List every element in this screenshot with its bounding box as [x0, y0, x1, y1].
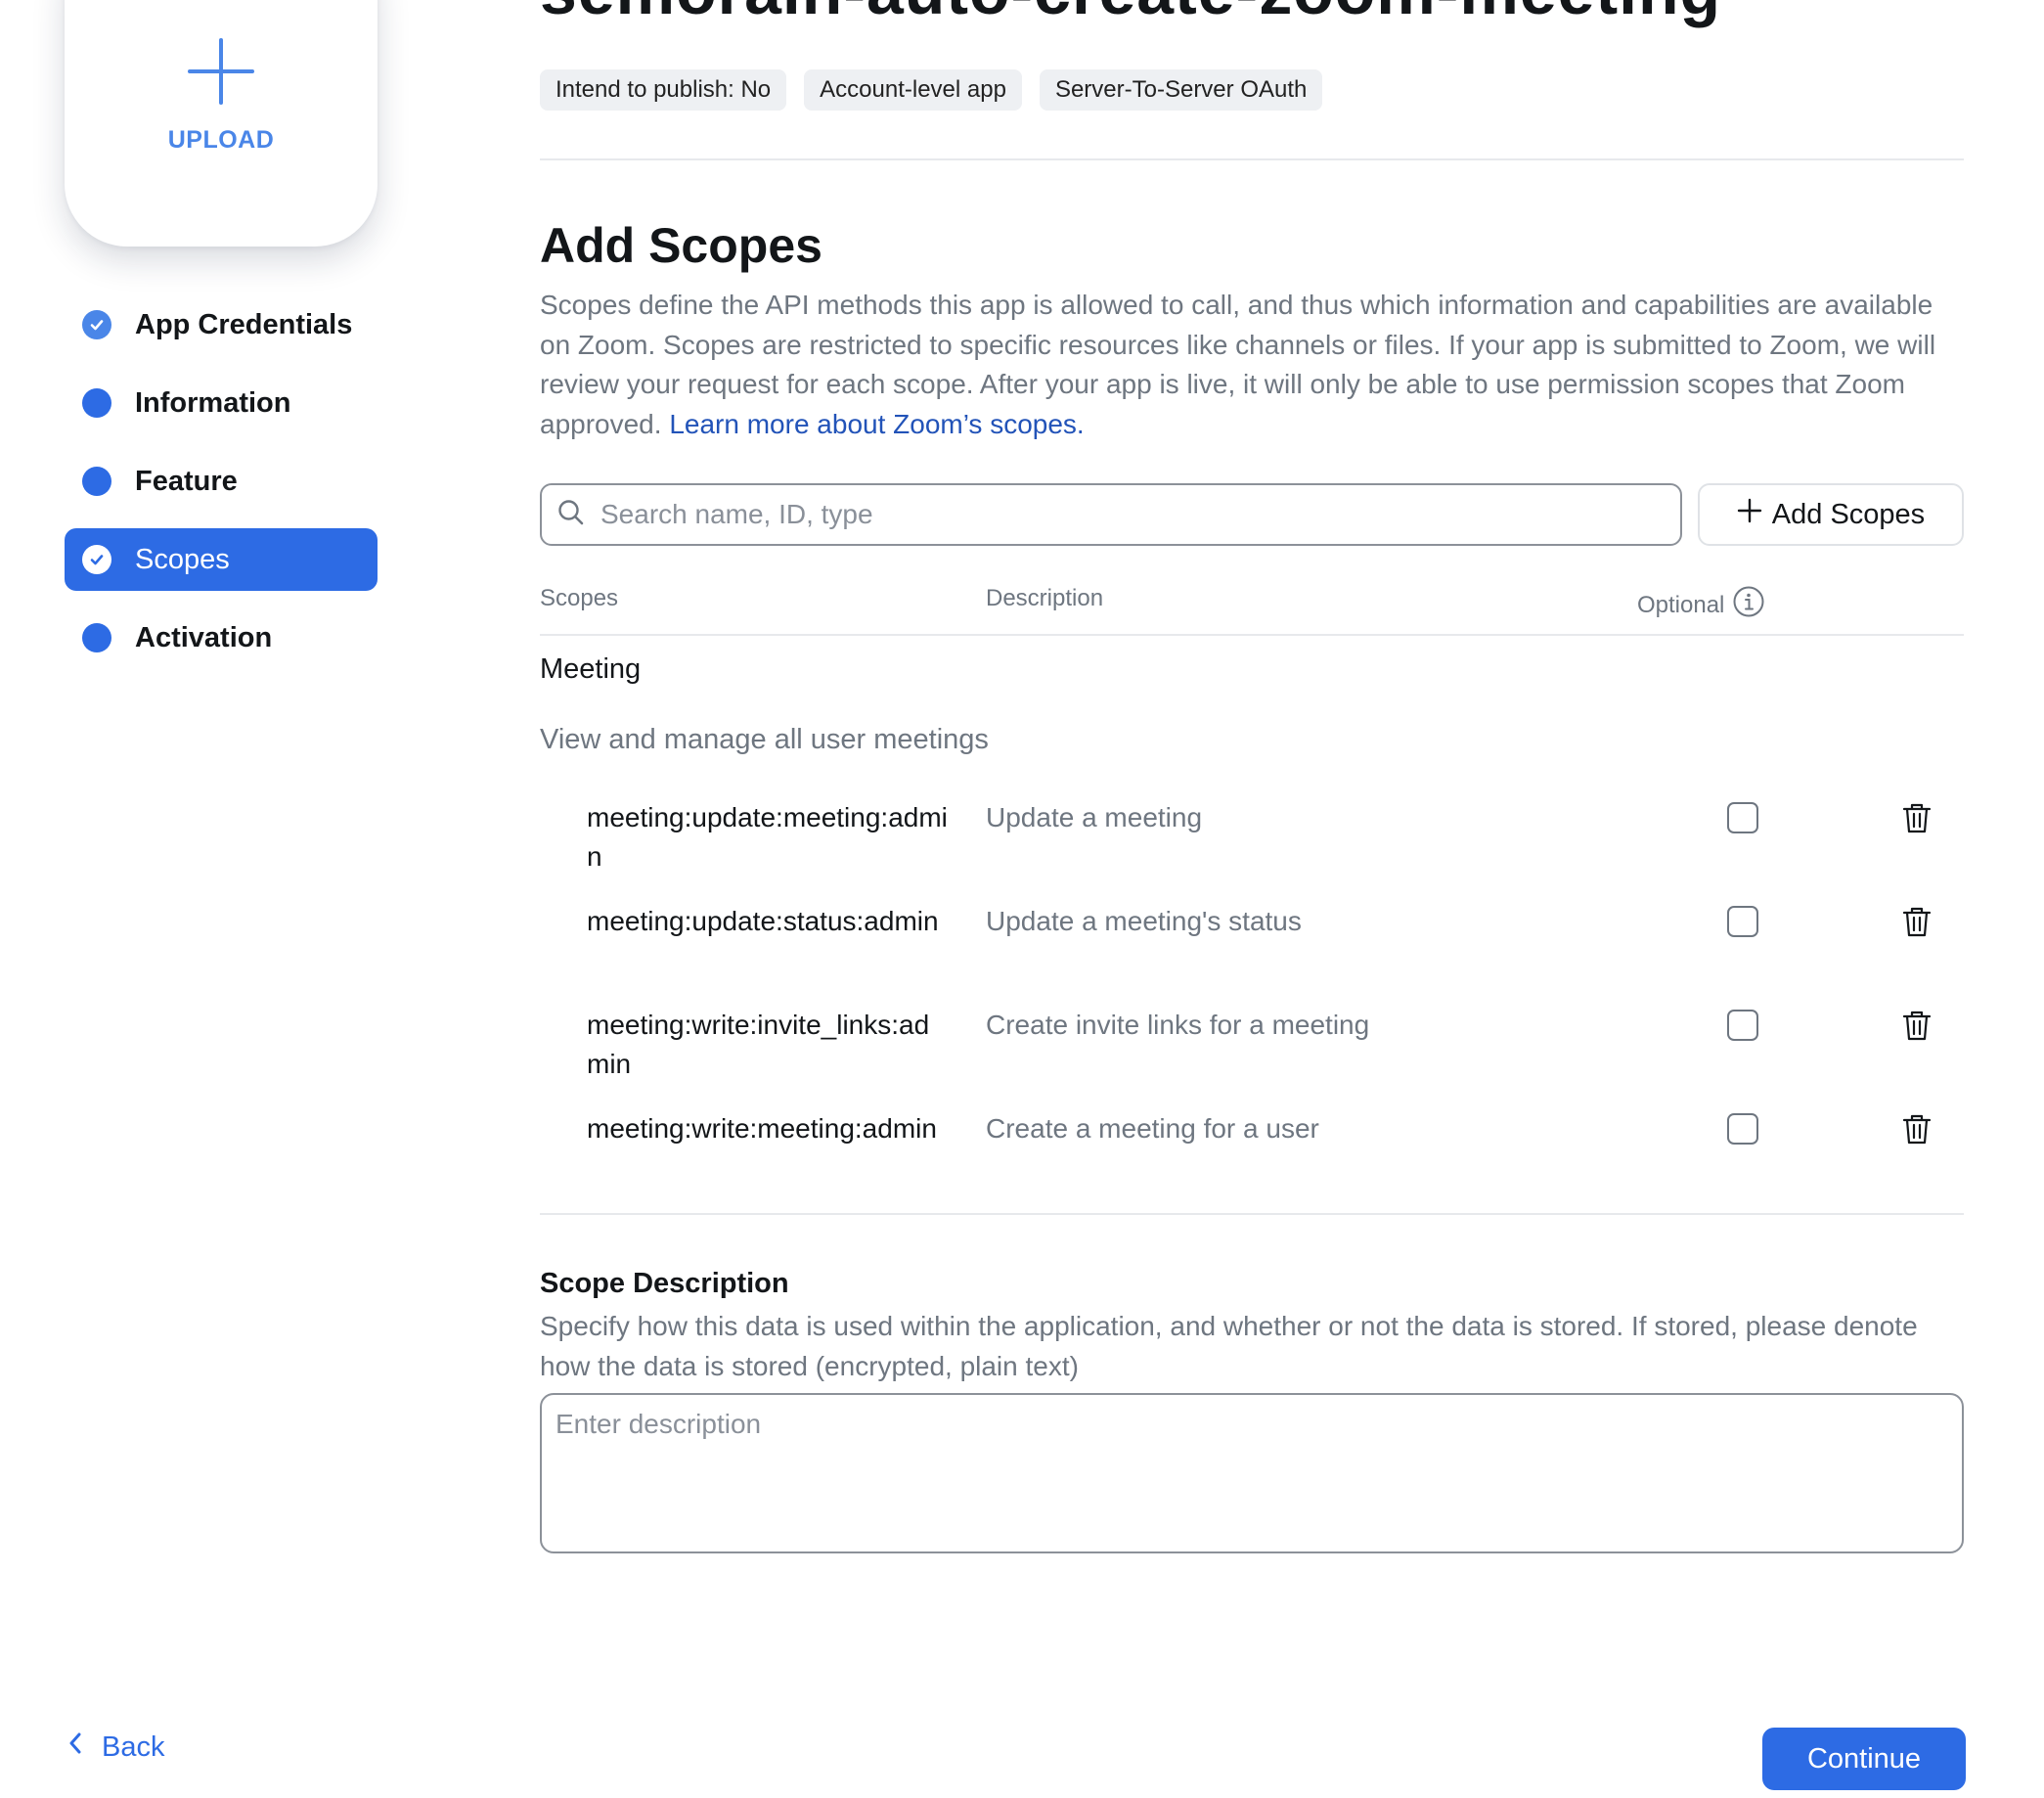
- chevron-left-icon: [65, 1730, 88, 1765]
- trash-icon[interactable]: [1899, 904, 1934, 939]
- column-header-optional: Optional: [1637, 585, 1765, 625]
- step-dot-icon: [82, 388, 111, 418]
- divider: [540, 158, 1964, 160]
- sidebar-item-feature[interactable]: Feature: [65, 450, 378, 513]
- scope-group-subtitle: View and manage all user meetings: [540, 724, 989, 755]
- optional-checkbox[interactable]: [1727, 1010, 1758, 1041]
- info-icon[interactable]: [1732, 585, 1765, 625]
- plus-icon: [188, 38, 254, 105]
- scope-name: meeting:update:status:admin: [587, 906, 939, 936]
- optional-checkbox[interactable]: [1727, 802, 1758, 833]
- section-description: Scopes define the API methods this app i…: [540, 286, 1964, 444]
- table-row: meeting:write:invite_links:admin Create …: [540, 1006, 1964, 1103]
- continue-button[interactable]: Continue: [1762, 1728, 1966, 1790]
- scope-name: meeting:write:meeting:admin: [587, 1113, 937, 1144]
- section-title: Add Scopes: [540, 218, 822, 273]
- app-page: UPLOAD App Credentials Information Featu…: [0, 0, 2044, 1798]
- column-header-scopes: Scopes: [540, 585, 619, 611]
- search-box: [540, 483, 1682, 546]
- step-dot-icon: [82, 623, 111, 652]
- sidebar-item-app-credentials[interactable]: App Credentials: [65, 293, 378, 356]
- sidebar-item-information[interactable]: Information: [65, 372, 378, 434]
- app-tags: Intend to publish: No Account-level app …: [540, 69, 1323, 111]
- trash-icon[interactable]: [1899, 800, 1934, 835]
- scope-description-help: Specify how this data is used within the…: [540, 1311, 1918, 1381]
- scope-group-title: Meeting: [540, 653, 642, 685]
- scope-description: Update a meeting: [986, 802, 1203, 832]
- check-circle-icon: [82, 545, 111, 574]
- optional-checkbox[interactable]: [1727, 906, 1758, 937]
- table-row: meeting:update:meeting:admin Update a me…: [540, 798, 1964, 896]
- add-scopes-button[interactable]: Add Scopes: [1698, 483, 1964, 546]
- upload-button[interactable]: UPLOAD: [65, 0, 378, 247]
- scope-description-field[interactable]: [540, 1393, 1964, 1553]
- app-title: semorain-auto-create-zoom-meeting: [540, 0, 1721, 29]
- tag-publish-status: Intend to publish: No: [540, 69, 787, 111]
- back-label: Back: [102, 1731, 165, 1763]
- table-row: meeting:write:meeting:admin Create a mee…: [540, 1109, 1964, 1207]
- column-header-description: Description: [986, 585, 1104, 611]
- search-input[interactable]: [600, 499, 1666, 530]
- sidebar-item-activation[interactable]: Activation: [65, 607, 378, 669]
- tag-app-level: Account-level app: [804, 69, 1022, 111]
- back-button[interactable]: Back: [65, 1730, 164, 1765]
- trash-icon[interactable]: [1899, 1111, 1934, 1146]
- scope-description: Update a meeting's status: [986, 906, 1302, 936]
- scope-description: Create invite links for a meeting: [986, 1010, 1370, 1040]
- learn-more-link[interactable]: Learn more about Zoom’s scopes.: [669, 409, 1084, 439]
- sidebar-item-scopes[interactable]: Scopes: [65, 528, 378, 591]
- sidebar-item-label: Scopes: [135, 543, 230, 575]
- add-scopes-label: Add Scopes: [1771, 498, 1926, 530]
- scope-description-title: Scope Description: [540, 1268, 789, 1299]
- column-header-optional-label: Optional: [1637, 591, 1725, 618]
- divider: [540, 1213, 1964, 1215]
- sidebar-item-label: Information: [135, 386, 291, 419]
- scope-description: Create a meeting for a user: [986, 1113, 1319, 1144]
- step-dot-icon: [82, 467, 111, 496]
- search-icon: [555, 497, 587, 533]
- sidebar-nav: App Credentials Information Feature Scop…: [65, 293, 378, 685]
- upload-label: UPLOAD: [167, 126, 275, 154]
- scope-name: meeting:write:invite_links:admin: [587, 1010, 930, 1079]
- table-row: meeting:update:status:admin Update a mee…: [540, 902, 1964, 1000]
- optional-checkbox[interactable]: [1727, 1113, 1758, 1145]
- divider: [540, 634, 1964, 636]
- tag-auth-type: Server-To-Server OAuth: [1039, 69, 1323, 111]
- check-circle-icon: [82, 310, 111, 339]
- sidebar-item-label: Activation: [135, 621, 273, 653]
- trash-icon[interactable]: [1899, 1008, 1934, 1043]
- sidebar-item-label: App Credentials: [135, 308, 353, 340]
- plus-icon: [1737, 498, 1762, 531]
- sidebar-item-label: Feature: [135, 465, 238, 497]
- scope-name: meeting:update:meeting:admin: [587, 802, 948, 872]
